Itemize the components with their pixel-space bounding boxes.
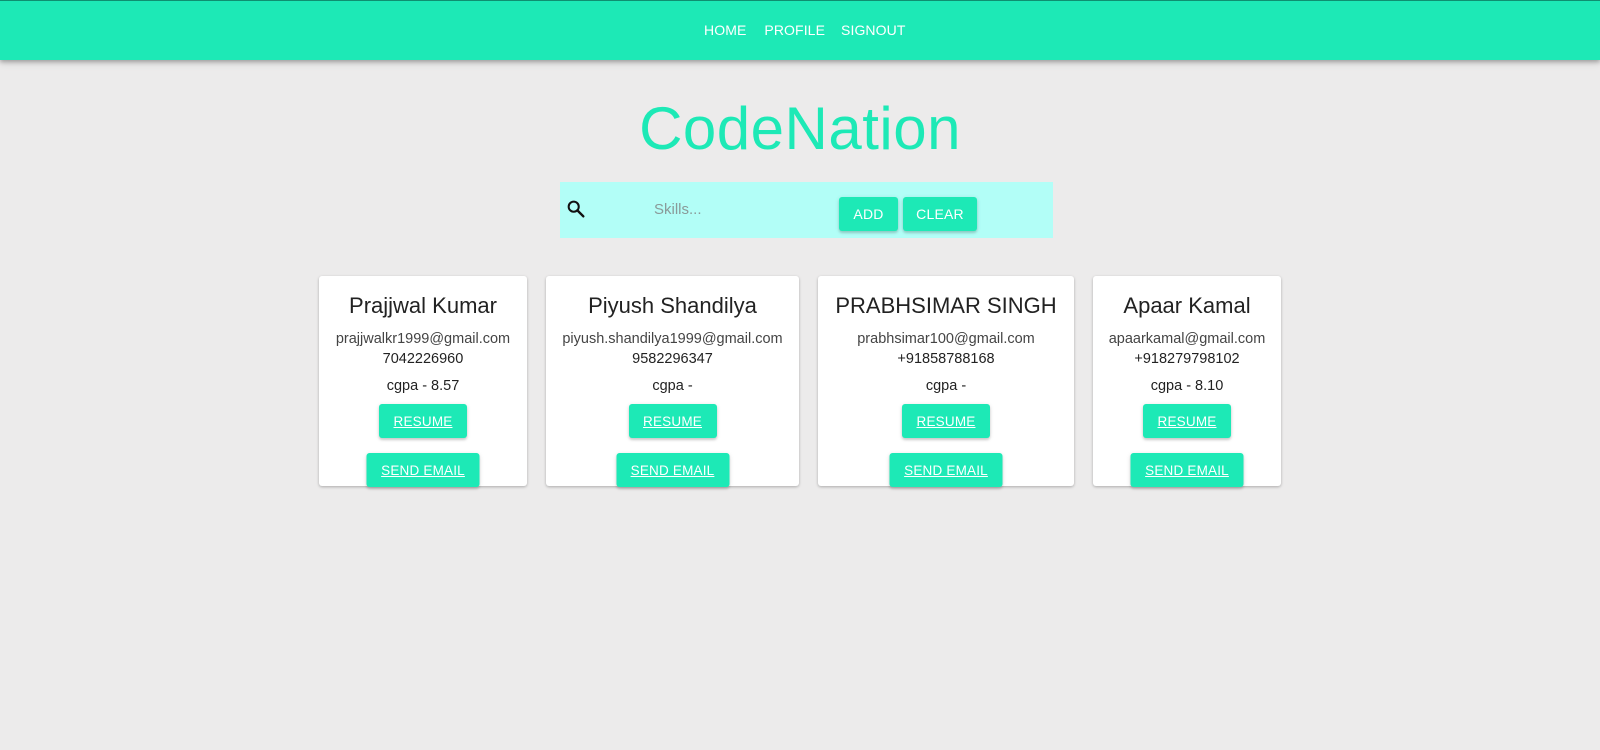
candidate-card: PRABHSIMAR SINGH prabhsimar100@gmail.com… bbox=[818, 276, 1074, 487]
candidate-cgpa: cgpa - bbox=[925, 378, 967, 394]
candidate-phone: +918279798102 bbox=[1134, 351, 1240, 367]
candidate-email: prajjwalkr1999@gmail.com bbox=[335, 331, 511, 347]
skills-search-input[interactable] bbox=[652, 196, 836, 222]
candidate-cgpa: cgpa - bbox=[652, 378, 693, 394]
candidate-phone: 7042226960 bbox=[382, 351, 464, 367]
candidate-name: Apaar Kamal bbox=[1123, 293, 1251, 318]
resume-button[interactable]: RESUME bbox=[379, 404, 467, 438]
candidate-cgpa: cgpa - 8.57 bbox=[386, 378, 460, 394]
search-icon bbox=[565, 198, 587, 220]
brand-title: CodeNation bbox=[639, 95, 961, 162]
nav-signout-link[interactable]: SIGNOUT bbox=[841, 22, 905, 38]
add-skill-button[interactable]: ADD bbox=[839, 197, 898, 231]
clear-skills-button[interactable]: CLEAR bbox=[903, 197, 977, 231]
nav-links: HOME PROFILE SIGNOUT bbox=[704, 22, 906, 38]
nav-home-link[interactable]: HOME bbox=[704, 22, 746, 38]
candidate-cgpa: cgpa - 8.10 bbox=[1150, 378, 1224, 394]
candidate-card: Piyush Shandilya piyush.shandilya1999@gm… bbox=[546, 276, 799, 487]
candidate-card: Apaar Kamal apaarkamal@gmail.com +918279… bbox=[1093, 276, 1281, 487]
candidate-name: Prajjwal Kumar bbox=[349, 293, 497, 318]
resume-button[interactable]: RESUME bbox=[902, 404, 990, 438]
send-email-button[interactable]: SEND EMAIL bbox=[366, 453, 480, 487]
candidate-email: apaarkamal@gmail.com bbox=[1108, 331, 1266, 347]
send-email-button[interactable]: SEND EMAIL bbox=[1130, 453, 1244, 487]
send-email-button[interactable]: SEND EMAIL bbox=[616, 453, 729, 487]
candidate-name: PRABHSIMAR SINGH bbox=[835, 293, 1057, 318]
candidate-email: piyush.shandilya1999@gmail.com bbox=[562, 331, 783, 347]
resume-button[interactable]: RESUME bbox=[628, 404, 717, 438]
skills-search-bar: ADD CLEAR bbox=[560, 182, 1053, 238]
candidate-name: Piyush Shandilya bbox=[588, 293, 757, 318]
candidate-phone: +91858788168 bbox=[897, 351, 995, 367]
resume-button[interactable]: RESUME bbox=[1143, 404, 1231, 438]
top-navbar: HOME PROFILE SIGNOUT bbox=[0, 0, 1600, 60]
nav-profile-link[interactable]: PROFILE bbox=[764, 22, 825, 38]
candidate-card: Prajjwal Kumar prajjwalkr1999@gmail.com … bbox=[319, 276, 527, 487]
candidate-email: prabhsimar100@gmail.com bbox=[857, 331, 1035, 347]
candidate-phone: 9582296347 bbox=[632, 351, 713, 367]
send-email-button[interactable]: SEND EMAIL bbox=[889, 453, 1003, 487]
